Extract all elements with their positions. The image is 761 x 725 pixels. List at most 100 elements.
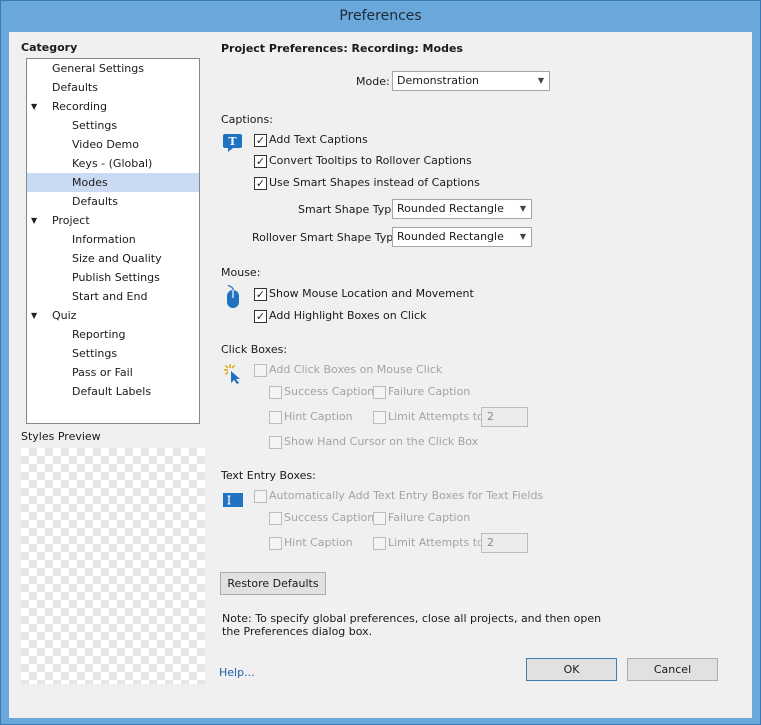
- rollover-shape-type-select[interactable]: Rounded Rectangle ▼: [392, 227, 532, 247]
- tree-item-label: Start and End: [72, 290, 148, 303]
- note-line-2: the Preferences dialog box.: [222, 625, 373, 638]
- tree-item[interactable]: ▼ Recording: [27, 97, 199, 116]
- te-hint-caption-label: Hint Caption: [284, 536, 353, 549]
- add-highlight-label: Add Highlight Boxes on Click: [269, 309, 427, 322]
- show-mouse-checkbox[interactable]: ✓: [254, 288, 267, 301]
- tree-item-label: Publish Settings: [72, 271, 160, 284]
- add-click-boxes-checkbox[interactable]: [254, 364, 267, 377]
- cb-success-caption-label: Success Caption: [284, 385, 375, 398]
- tree-item[interactable]: Settings: [27, 116, 199, 135]
- tree-item-label: Modes: [72, 176, 108, 189]
- text-entry-icon: [223, 492, 244, 508]
- styles-preview-canvas: [21, 448, 205, 684]
- category-title: Category: [21, 41, 78, 54]
- te-hint-caption-checkbox[interactable]: [269, 537, 282, 550]
- mouse-section-title: Mouse:: [221, 266, 261, 279]
- tree-item[interactable]: Defaults: [27, 192, 199, 211]
- rollover-shape-type-label: Rollover Smart Shape Type: [252, 231, 400, 244]
- category-tree[interactable]: General Settings Defaults ▼ Recording Settin…: [26, 58, 200, 424]
- tree-item-label: Settings: [72, 347, 118, 360]
- click-boxes-section-title: Click Boxes:: [221, 343, 288, 356]
- tree-item[interactable]: Pass or Fail: [27, 363, 199, 382]
- window-title: Preferences: [339, 8, 422, 24]
- text-caption-icon: T: [222, 133, 244, 153]
- expand-arrow-icon[interactable]: ▼: [31, 211, 37, 230]
- te-success-caption-checkbox[interactable]: [269, 512, 282, 525]
- add-click-boxes-label: Add Click Boxes on Mouse Click: [269, 363, 443, 376]
- convert-tooltips-checkbox[interactable]: ✓: [254, 155, 267, 168]
- tree-item-label: Defaults: [52, 81, 98, 94]
- cb-success-caption-checkbox[interactable]: [269, 386, 282, 399]
- tree-item[interactable]: ▼ Quiz: [27, 306, 199, 325]
- add-text-captions-checkbox[interactable]: ✓: [254, 134, 267, 147]
- tree-item[interactable]: Settings: [27, 344, 199, 363]
- te-limit-attempts-input[interactable]: 2: [481, 533, 528, 553]
- smart-shape-type-select[interactable]: Rounded Rectangle ▼: [392, 199, 532, 219]
- cb-failure-caption-label: Failure Caption: [388, 385, 471, 398]
- auto-add-text-entry-label: Automatically Add Text Entry Boxes for T…: [269, 489, 544, 502]
- ok-button[interactable]: OK: [526, 658, 617, 681]
- te-limit-attempts-label: Limit Attempts to: [388, 536, 484, 549]
- show-hand-cursor-label: Show Hand Cursor on the Click Box: [284, 435, 479, 448]
- auto-add-text-entry-checkbox[interactable]: [254, 490, 267, 503]
- tree-item-label: Information: [72, 233, 136, 246]
- tree-item-label: Size and Quality: [72, 252, 162, 265]
- tree-item-label: General Settings: [52, 62, 144, 75]
- tree-item[interactable]: General Settings: [27, 59, 199, 78]
- cb-limit-attempts-checkbox[interactable]: [373, 411, 386, 424]
- mode-label: Mode:: [356, 75, 390, 88]
- note-line-1: Note: To specify global preferences, clo…: [222, 612, 602, 625]
- show-hand-cursor-checkbox[interactable]: [269, 436, 282, 449]
- cb-hint-caption-label: Hint Caption: [284, 410, 353, 423]
- tree-item[interactable]: Modes: [27, 173, 199, 192]
- styles-preview-label: Styles Preview: [21, 430, 101, 443]
- tree-item[interactable]: Keys - (Global): [27, 154, 199, 173]
- smart-shape-type-label: Smart Shape Type: [298, 203, 398, 216]
- dialog-body: Category General Settings Defaults ▼ Record…: [9, 32, 752, 718]
- tree-item[interactable]: Default Labels: [27, 382, 199, 401]
- te-failure-caption-checkbox[interactable]: [373, 512, 386, 525]
- tree-item-label: Quiz: [52, 309, 77, 322]
- use-smart-shapes-label: Use Smart Shapes instead of Captions: [269, 176, 480, 189]
- chevron-down-icon: ▼: [537, 76, 544, 85]
- cb-hint-caption-checkbox[interactable]: [269, 411, 282, 424]
- tree-item-label: Video Demo: [72, 138, 139, 151]
- tree-item[interactable]: Defaults: [27, 78, 199, 97]
- page-title: Project Preferences: Recording: Modes: [221, 42, 463, 55]
- tree-item-label: Pass or Fail: [72, 366, 133, 379]
- chevron-down-icon: ▼: [519, 204, 526, 213]
- convert-tooltips-label: Convert Tooltips to Rollover Captions: [269, 154, 472, 167]
- add-text-captions-label: Add Text Captions: [269, 133, 368, 146]
- tree-item[interactable]: Video Demo: [27, 135, 199, 154]
- tree-item-label: Recording: [52, 100, 108, 113]
- use-smart-shapes-checkbox[interactable]: ✓: [254, 177, 267, 190]
- expand-arrow-icon[interactable]: ▼: [31, 97, 37, 116]
- tree-item-label: Reporting: [72, 328, 126, 341]
- tree-item-label: Keys - (Global): [72, 157, 153, 170]
- tree-item[interactable]: Information: [27, 230, 199, 249]
- restore-defaults-button[interactable]: Restore Defaults: [220, 572, 326, 595]
- cb-limit-attempts-label: Limit Attempts to: [388, 410, 484, 423]
- te-failure-caption-label: Failure Caption: [388, 511, 471, 524]
- tree-item[interactable]: Publish Settings: [27, 268, 199, 287]
- tree-item[interactable]: Size and Quality: [27, 249, 199, 268]
- smart-shape-type-value: Rounded Rectangle: [397, 202, 504, 215]
- rollover-shape-type-value: Rounded Rectangle: [397, 230, 504, 243]
- tree-item[interactable]: ▼ Project: [27, 211, 199, 230]
- help-link[interactable]: Help...: [219, 666, 255, 679]
- chevron-down-icon: ▼: [519, 232, 526, 241]
- expand-arrow-icon[interactable]: ▼: [31, 306, 37, 325]
- tree-item[interactable]: Reporting: [27, 325, 199, 344]
- click-box-icon: [223, 363, 245, 385]
- cb-limit-attempts-input[interactable]: 2: [481, 407, 528, 427]
- captions-section-title: Captions:: [221, 113, 273, 126]
- cancel-button[interactable]: Cancel: [627, 658, 718, 681]
- tree-item[interactable]: Start and End: [27, 287, 199, 306]
- add-highlight-checkbox[interactable]: ✓: [254, 310, 267, 323]
- tree-item-label: Defaults: [72, 195, 118, 208]
- tree-item-label: Default Labels: [72, 385, 152, 398]
- cb-failure-caption-checkbox[interactable]: [373, 386, 386, 399]
- mouse-icon: [224, 284, 242, 309]
- te-limit-attempts-checkbox[interactable]: [373, 537, 386, 550]
- mode-select[interactable]: Demonstration ▼: [392, 71, 550, 91]
